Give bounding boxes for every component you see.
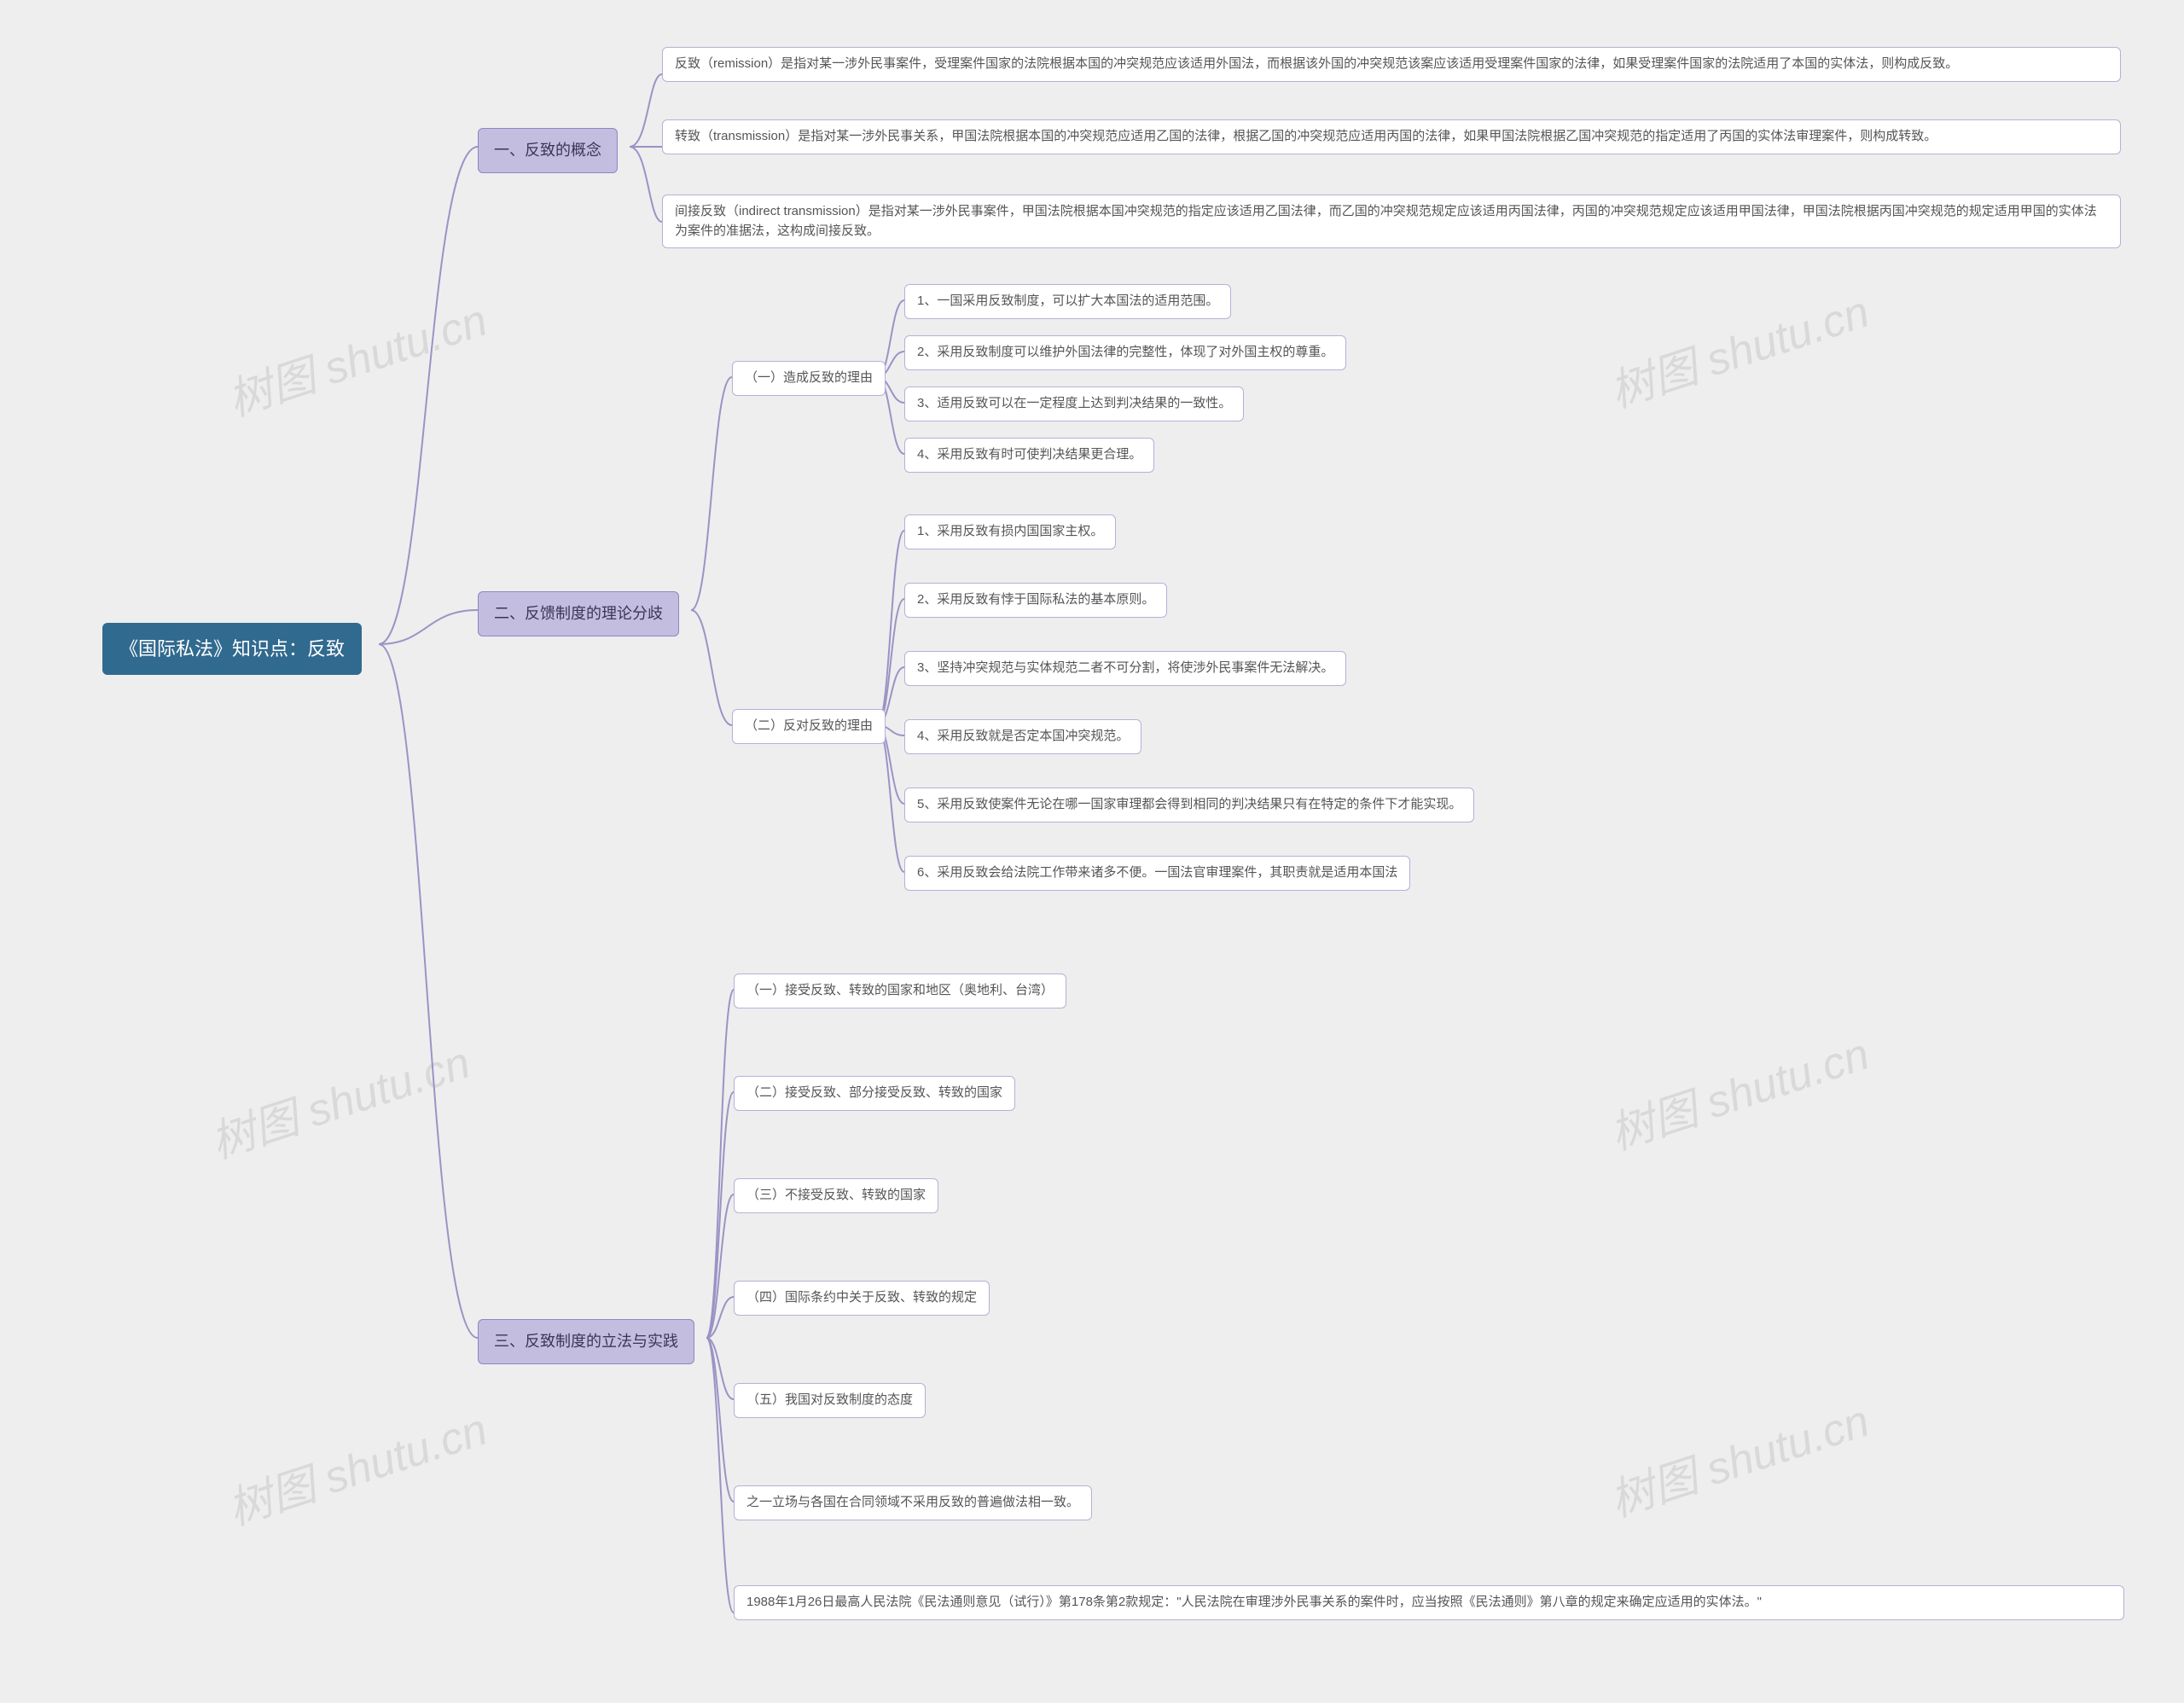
watermark: 树图 shutu.cn xyxy=(218,284,494,428)
leaf-for-4[interactable]: 4、采用反致有时可使判决结果更合理。 xyxy=(904,438,1154,473)
branch-theory[interactable]: 二、反馈制度的理论分歧 xyxy=(478,591,679,636)
leaf-text: 1、一国采用反致制度，可以扩大本国法的适用范围。 xyxy=(917,294,1218,308)
sub-label: （一）造成反致的理由 xyxy=(745,370,873,385)
leaf-for-2[interactable]: 2、采用反致制度可以维护外国法律的完整性，体现了对外国主权的尊重。 xyxy=(904,335,1346,370)
leaf-against-4[interactable]: 4、采用反致就是否定本国冲突规范。 xyxy=(904,719,1141,754)
leaf-text: 反致（remission）是指对某一涉外民事案件，受理案件国家的法院根据本国的冲… xyxy=(675,56,1958,71)
root-label: 《国际私法》知识点：反致 xyxy=(119,638,345,660)
branch-legislation[interactable]: 三、反致制度的立法与实践 xyxy=(478,1319,694,1364)
leaf-text: 间接反致（indirect transmission）是指对某一涉外民事案件，甲… xyxy=(675,204,2097,238)
leaf-leg-7[interactable]: 1988年1月26日最高人民法院《民法通则意见（试行）》第178条第2款规定："… xyxy=(734,1585,2124,1620)
connectors xyxy=(0,0,2184,1703)
watermark: 树图 shutu.cn xyxy=(1600,1018,1876,1162)
leaf-leg-4[interactable]: （四）国际条约中关于反致、转致的规定 xyxy=(734,1281,990,1316)
watermark: 树图 shutu.cn xyxy=(1600,276,1876,420)
leaf-leg-6[interactable]: 之一立场与各国在合同领域不采用反致的普遍做法相一致。 xyxy=(734,1485,1092,1520)
leaf-indirect[interactable]: 间接反致（indirect transmission）是指对某一涉外民事案件，甲… xyxy=(662,195,2121,248)
leaf-text: （三）不接受反致、转致的国家 xyxy=(746,1188,926,1202)
leaf-text: （五）我国对反致制度的态度 xyxy=(746,1392,913,1407)
watermark: 树图 shutu.cn xyxy=(201,1026,477,1171)
sub-reasons-against[interactable]: （二）反对反致的理由 xyxy=(732,709,886,744)
leaf-against-6[interactable]: 6、采用反致会给法院工作带来诸多不便。一国法官审理案件，其职责就是适用本国法 xyxy=(904,856,1410,891)
leaf-text: 转致（transmission）是指对某一涉外民事关系，甲国法院根据本国的冲突规… xyxy=(675,129,1937,143)
root-node[interactable]: 《国际私法》知识点：反致 xyxy=(102,623,362,675)
leaf-leg-5[interactable]: （五）我国对反致制度的态度 xyxy=(734,1383,926,1418)
sub-label: （二）反对反致的理由 xyxy=(745,718,873,733)
branch-label: 三、反致制度的立法与实践 xyxy=(494,1333,678,1350)
watermark: 树图 shutu.cn xyxy=(1600,1385,1876,1529)
leaf-for-1[interactable]: 1、一国采用反致制度，可以扩大本国法的适用范围。 xyxy=(904,284,1231,319)
leaf-text: （一）接受反致、转致的国家和地区（奥地利、台湾） xyxy=(746,983,1054,997)
leaf-text: 2、采用反致有悖于国际私法的基本原则。 xyxy=(917,592,1154,607)
leaf-text: 1988年1月26日最高人民法院《民法通则意见（试行）》第178条第2款规定："… xyxy=(746,1595,1762,1609)
leaf-against-5[interactable]: 5、采用反致使案件无论在哪一国家审理都会得到相同的判决结果只有在特定的条件下才能… xyxy=(904,788,1474,822)
leaf-text: 1、采用反致有损内国国家主权。 xyxy=(917,524,1103,538)
leaf-text: 2、采用反致制度可以维护外国法律的完整性，体现了对外国主权的尊重。 xyxy=(917,345,1333,359)
sub-reasons-for[interactable]: （一）造成反致的理由 xyxy=(732,361,886,396)
leaf-leg-3[interactable]: （三）不接受反致、转致的国家 xyxy=(734,1178,938,1213)
leaf-text: 3、适用反致可以在一定程度上达到判决结果的一致性。 xyxy=(917,396,1231,410)
leaf-against-3[interactable]: 3、坚持冲突规范与实体规范二者不可分割，将使涉外民事案件无法解决。 xyxy=(904,651,1346,686)
leaf-text: （二）接受反致、部分接受反致、转致的国家 xyxy=(746,1085,1002,1100)
leaf-leg-1[interactable]: （一）接受反致、转致的国家和地区（奥地利、台湾） xyxy=(734,974,1066,1008)
leaf-against-1[interactable]: 1、采用反致有损内国国家主权。 xyxy=(904,514,1116,549)
branch-label: 二、反馈制度的理论分歧 xyxy=(494,605,663,622)
branch-label: 一、反致的概念 xyxy=(494,142,601,159)
branch-concept[interactable]: 一、反致的概念 xyxy=(478,128,618,173)
leaf-text: （四）国际条约中关于反致、转致的规定 xyxy=(746,1290,977,1305)
leaf-for-3[interactable]: 3、适用反致可以在一定程度上达到判决结果的一致性。 xyxy=(904,387,1244,421)
leaf-text: 之一立场与各国在合同领域不采用反致的普遍做法相一致。 xyxy=(746,1495,1079,1509)
leaf-remission[interactable]: 反致（remission）是指对某一涉外民事案件，受理案件国家的法院根据本国的冲… xyxy=(662,47,2121,82)
leaf-text: 4、采用反致有时可使判决结果更合理。 xyxy=(917,447,1141,462)
leaf-leg-2[interactable]: （二）接受反致、部分接受反致、转致的国家 xyxy=(734,1076,1015,1111)
leaf-text: 5、采用反致使案件无论在哪一国家审理都会得到相同的判决结果只有在特定的条件下才能… xyxy=(917,797,1461,811)
watermark: 树图 shutu.cn xyxy=(218,1393,494,1537)
leaf-text: 3、坚持冲突规范与实体规范二者不可分割，将使涉外民事案件无法解决。 xyxy=(917,660,1333,675)
leaf-against-2[interactable]: 2、采用反致有悖于国际私法的基本原则。 xyxy=(904,583,1167,618)
leaf-text: 6、采用反致会给法院工作带来诸多不便。一国法官审理案件，其职责就是适用本国法 xyxy=(917,865,1397,880)
leaf-text: 4、采用反致就是否定本国冲突规范。 xyxy=(917,729,1129,743)
leaf-transmission[interactable]: 转致（transmission）是指对某一涉外民事关系，甲国法院根据本国的冲突规… xyxy=(662,119,2121,154)
